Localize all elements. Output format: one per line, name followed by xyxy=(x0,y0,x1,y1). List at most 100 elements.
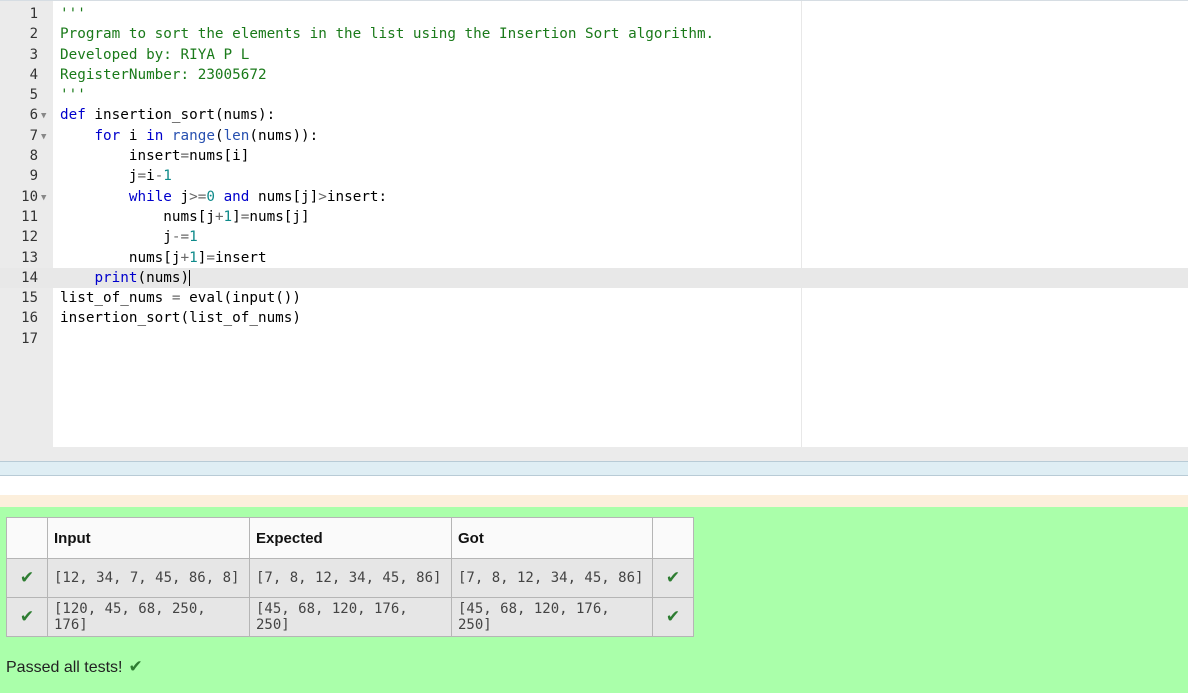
code-text[interactable]: for i in range(len(nums)): xyxy=(60,126,318,146)
code-token: ''' xyxy=(60,87,86,104)
code-text[interactable]: nums[j+1]=insert xyxy=(60,248,267,268)
code-token: -= xyxy=(171,229,190,246)
code-line[interactable]: 13 nums[j+1]=insert xyxy=(0,248,1188,268)
code-token: + xyxy=(180,249,190,266)
code-token: nums[j] xyxy=(249,188,319,205)
code-text[interactable]: def insertion_sort(nums): xyxy=(60,105,275,125)
code-text[interactable]: RegisterNumber: 23005672 xyxy=(60,65,267,85)
code-text[interactable]: ''' xyxy=(60,85,86,105)
code-token: nums[i] xyxy=(189,148,250,165)
check-icon: ✔ xyxy=(652,597,694,637)
code-line[interactable]: 12 j-=1 xyxy=(0,227,1188,247)
code-line[interactable]: 9 j=i-1 xyxy=(0,166,1188,186)
code-token: - xyxy=(154,168,164,185)
got-cell: [45, 68, 120, 176, 250] xyxy=(451,597,653,637)
code-token: (nums) xyxy=(137,269,190,286)
code-text[interactable]: nums[j+1]=nums[j] xyxy=(60,207,309,227)
code-line[interactable]: 1 ''' xyxy=(0,4,1188,24)
got-cell: [7, 8, 12, 34, 45, 86] xyxy=(451,558,653,598)
code-editor[interactable]: 1 ''' 2 Program to sort the elements in the… xyxy=(0,0,1188,448)
table-header-row: Input Expected Got xyxy=(6,517,694,559)
fold-toggle-icon[interactable]: ▼ xyxy=(41,187,51,209)
code-text[interactable]: insertion_sort(list_of_nums) xyxy=(60,308,301,328)
code-line[interactable]: 8 insert=nums[i] xyxy=(0,146,1188,166)
code-line[interactable]: 17 xyxy=(0,329,1188,349)
code-line[interactable]: 14 print(nums) xyxy=(0,267,1188,289)
line-number: 7 xyxy=(29,127,38,144)
got-column-header: Got xyxy=(451,517,653,559)
code-token: Developed by: RIYA P L xyxy=(60,46,250,63)
spacer xyxy=(0,476,1188,495)
code-token: 1 xyxy=(189,249,198,266)
code-line[interactable]: 5 ''' xyxy=(0,85,1188,105)
code-text[interactable]: list_of_nums = eval(input()) xyxy=(60,288,301,308)
code-token: ] xyxy=(232,208,241,225)
code-token: i xyxy=(120,127,147,144)
code-token: i xyxy=(146,168,155,185)
code-token: j xyxy=(171,188,190,205)
line-number: 17 xyxy=(21,330,38,347)
code-text[interactable]: print(nums) xyxy=(60,268,191,288)
code-text[interactable]: Developed by: RIYA P L xyxy=(60,45,249,65)
line-number: 8 xyxy=(29,148,38,165)
fold-toggle-icon[interactable]: ▼ xyxy=(41,105,51,127)
code-line[interactable]: 4 RegisterNumber: 23005672 xyxy=(0,65,1188,85)
code-text[interactable]: j-=1 xyxy=(60,227,198,247)
code-token: = xyxy=(206,249,215,266)
code-text[interactable]: ''' xyxy=(60,4,86,24)
expected-cell: [45, 68, 120, 176, 250] xyxy=(249,597,452,637)
code-line[interactable]: 7 ▼ for i in range(len(nums)): xyxy=(0,126,1188,146)
code-text[interactable]: insert=nums[i] xyxy=(60,146,250,166)
code-text[interactable]: j=i-1 xyxy=(60,166,172,186)
code-line[interactable]: 16 insertion_sort(list_of_nums) xyxy=(0,308,1188,328)
line-number: 1 xyxy=(29,6,38,22)
input-cell: [12, 34, 7, 45, 86, 8] xyxy=(47,558,250,598)
code-token: insert xyxy=(60,148,181,165)
check-icon: ✔ xyxy=(652,558,694,598)
code-token: j xyxy=(60,229,172,246)
result-column-header xyxy=(652,517,694,559)
code-text[interactable]: Program to sort the elements in the list… xyxy=(60,24,714,44)
code-token: nums[j xyxy=(60,249,181,266)
line-number: 14 xyxy=(21,269,38,286)
code-token: range xyxy=(171,127,215,144)
text-cursor xyxy=(189,269,191,286)
code-token: 0 xyxy=(206,188,215,205)
fold-toggle-icon[interactable]: ▼ xyxy=(41,126,51,148)
code-line[interactable]: 10 ▼ while j>=0 and nums[j]>insert: xyxy=(0,187,1188,207)
expected-cell: [7, 8, 12, 34, 45, 86] xyxy=(249,558,452,598)
code-line[interactable]: 2 Program to sort the elements in the lis… xyxy=(0,24,1188,44)
results-header-strip xyxy=(0,495,1188,507)
expected-column-header: Expected xyxy=(249,517,452,559)
code-text[interactable]: while j>=0 and nums[j]>insert: xyxy=(60,187,387,207)
code-token: > xyxy=(318,188,327,205)
line-number: 10 xyxy=(21,188,38,205)
test-results-table: Input Expected Got ✔ [12, 34, 7, 45, 86,… xyxy=(6,517,694,637)
code-line[interactable]: 11 nums[j+1]=nums[j] xyxy=(0,207,1188,227)
editor-resize-bar[interactable] xyxy=(0,461,1188,476)
code-token: = xyxy=(137,168,147,185)
line-number: 15 xyxy=(21,290,38,307)
line-number: 16 xyxy=(21,310,38,327)
passed-label: Passed all tests! xyxy=(6,659,123,676)
line-number: 2 xyxy=(29,26,38,43)
code-token: RegisterNumber: 23005672 xyxy=(60,66,267,83)
code-line[interactable]: 6 ▼ def insertion_sort(nums): xyxy=(0,105,1188,125)
code-token: 1 xyxy=(189,229,198,246)
code-token: 1 xyxy=(223,208,233,225)
line-number: 4 xyxy=(29,66,38,83)
code-lines[interactable]: 1 ''' 2 Program to sort the elements in the… xyxy=(0,4,1188,349)
passed-all-tests-message: Passed all tests! ✔ xyxy=(6,657,143,677)
line-number: 12 xyxy=(21,229,38,246)
code-token: >= xyxy=(189,188,207,205)
code-token: insert: xyxy=(326,188,388,205)
check-icon: ✔ xyxy=(6,558,48,598)
code-token: in xyxy=(146,127,164,144)
code-line[interactable]: 3 Developed by: RIYA P L xyxy=(0,45,1188,65)
code-token: list_of_nums xyxy=(60,290,172,307)
input-cell: [120, 45, 68, 250, 176] xyxy=(47,597,250,637)
code-line[interactable]: 15 list_of_nums = eval(input()) xyxy=(0,288,1188,308)
